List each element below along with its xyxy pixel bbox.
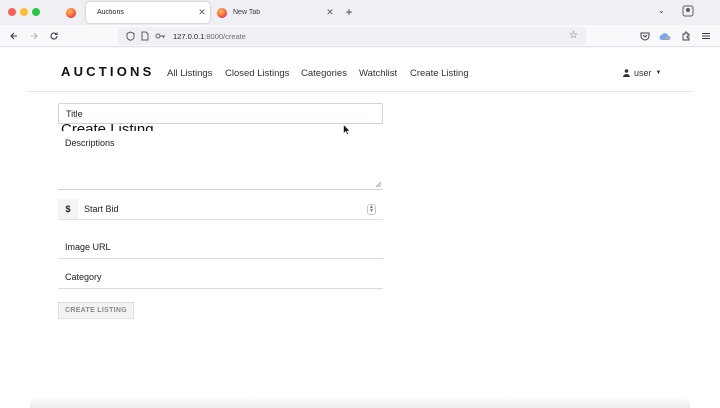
tab-strip: Auctions ✕ New Tab ✕ + ⌄	[0, 0, 720, 25]
new-tab-button[interactable]: +	[342, 5, 356, 19]
tab-label: New Tab	[233, 9, 261, 16]
site-brand[interactable]: AUCTIONS	[61, 64, 155, 79]
tab-new-tab[interactable]: New Tab ✕	[212, 2, 338, 23]
user-name: user	[634, 68, 652, 78]
back-icon[interactable]	[7, 29, 21, 43]
nav-link-create-listing[interactable]: Create Listing	[410, 68, 469, 79]
url-text: 127.0.0.1:8000/create	[173, 31, 246, 41]
tab-auctions[interactable]: Auctions ✕	[86, 2, 210, 23]
chevron-down-icon[interactable]: ⌄	[658, 6, 665, 15]
close-icon[interactable]: ✕	[322, 7, 338, 18]
resize-grip-icon[interactable]	[375, 181, 382, 188]
start-bid-group: $ Start Bid ▲ ▼	[58, 199, 383, 220]
page-content: AUCTIONS All Listings Closed Listings Ca…	[0, 48, 720, 408]
category-input[interactable]: Category	[58, 268, 383, 289]
star-icon[interactable]: ☆	[569, 30, 578, 41]
nav-link-watchlist[interactable]: Watchlist	[359, 68, 397, 79]
key-icon[interactable]	[154, 30, 166, 42]
forward-icon[interactable]	[27, 29, 41, 43]
number-stepper[interactable]: ▲ ▼	[367, 203, 376, 215]
site-navbar: AUCTIONS All Listings Closed Listings Ca…	[27, 48, 693, 92]
reload-icon[interactable]	[47, 29, 61, 43]
user-dropdown[interactable]: user ▼	[623, 68, 661, 78]
minimize-window-button[interactable]	[20, 8, 28, 16]
bottom-shadow	[30, 396, 690, 408]
firefox-icon	[217, 7, 227, 18]
url-bar[interactable]: 127.0.0.1:8000/create ☆	[118, 27, 586, 45]
title-input[interactable]: Title	[58, 103, 383, 124]
caret-down-icon: ▼	[655, 70, 662, 76]
nav-link-all-listings[interactable]: All Listings	[167, 68, 212, 79]
menu-icon[interactable]	[699, 29, 713, 43]
fullscreen-window-button[interactable]	[32, 8, 40, 16]
navigation-toolbar: 127.0.0.1:8000/create ☆	[0, 25, 720, 47]
firefox-icon	[66, 8, 76, 18]
tab-label: Auctions	[97, 9, 124, 16]
cloud-icon[interactable]	[658, 29, 672, 43]
pocket-icon[interactable]	[638, 29, 652, 43]
description-textarea[interactable]: Descriptions	[58, 131, 383, 190]
extension-icon[interactable]	[679, 29, 693, 43]
currency-addon: $	[58, 199, 78, 219]
description-placeholder: Descriptions	[65, 138, 115, 148]
page-icon[interactable]	[139, 30, 151, 42]
close-icon[interactable]: ✕	[194, 7, 210, 18]
account-icon[interactable]	[682, 5, 694, 17]
pinned-tab[interactable]	[60, 4, 82, 22]
image-url-input[interactable]: Image URL	[58, 238, 383, 259]
shield-icon[interactable]	[124, 30, 136, 42]
close-window-button[interactable]	[8, 8, 16, 16]
nav-link-closed-listings[interactable]: Closed Listings	[225, 68, 289, 79]
create-listing-button[interactable]: CREATE LISTING	[58, 302, 134, 319]
user-icon	[623, 69, 630, 77]
mouse-cursor-icon	[343, 124, 350, 135]
start-bid-input[interactable]: Start Bid	[78, 204, 367, 214]
nav-link-categories[interactable]: Categories	[301, 68, 347, 79]
